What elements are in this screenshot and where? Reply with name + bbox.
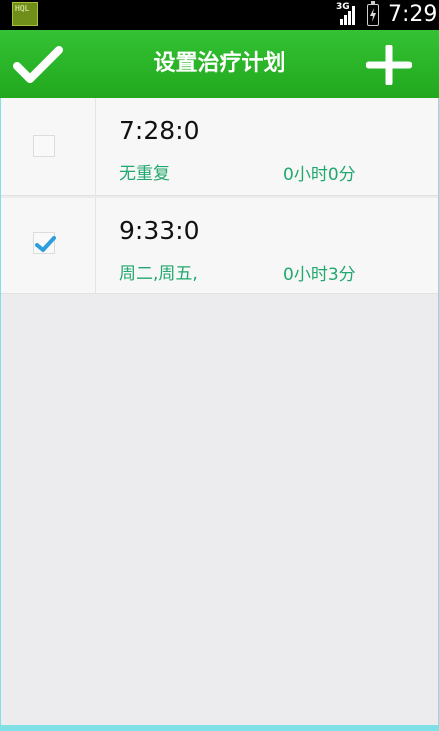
plan-repeat: 无重复 — [119, 164, 170, 184]
add-plan-button[interactable] — [364, 42, 414, 88]
app-badge-label: HQL — [15, 4, 30, 13]
status-clock: 7:29 — [388, 2, 438, 27]
app-notification-icon: HQL — [12, 2, 38, 26]
plan-list: 7:28:0 无重复 0小时0分 9:33:0 周二,周五, 0小时3分 — [0, 98, 439, 294]
list-item[interactable]: 7:28:0 无重复 0小时0分 — [0, 98, 439, 196]
plan-checkbox[interactable] — [33, 135, 55, 157]
plus-icon — [366, 45, 412, 85]
plan-time: 9:33:0 — [119, 216, 200, 245]
confirm-button[interactable] — [10, 40, 66, 90]
action-bar: 设置治疗计划 — [0, 30, 439, 98]
network-type-label: 3G — [336, 2, 350, 12]
check-icon — [13, 46, 63, 83]
page-title: 设置治疗计划 — [153, 51, 286, 76]
plan-repeat: 周二,周五, — [119, 264, 198, 284]
bottom-strip — [0, 725, 439, 731]
signal-icon: 3G — [336, 2, 358, 27]
status-bar: HQL 3G 7:29 — [0, 0, 439, 30]
left-edge-line — [0, 98, 1, 725]
checkbox-cell — [0, 98, 96, 195]
checkbox-cell — [0, 198, 96, 293]
plan-time: 7:28:0 — [119, 116, 200, 145]
battery-charging-icon — [367, 1, 379, 26]
checkmark-icon — [35, 236, 56, 252]
list-item[interactable]: 9:33:0 周二,周五, 0小时3分 — [0, 196, 439, 294]
plan-duration: 0小时3分 — [283, 265, 356, 285]
plan-duration: 0小时0分 — [283, 165, 356, 185]
plan-checkbox-checked[interactable] — [33, 232, 56, 254]
